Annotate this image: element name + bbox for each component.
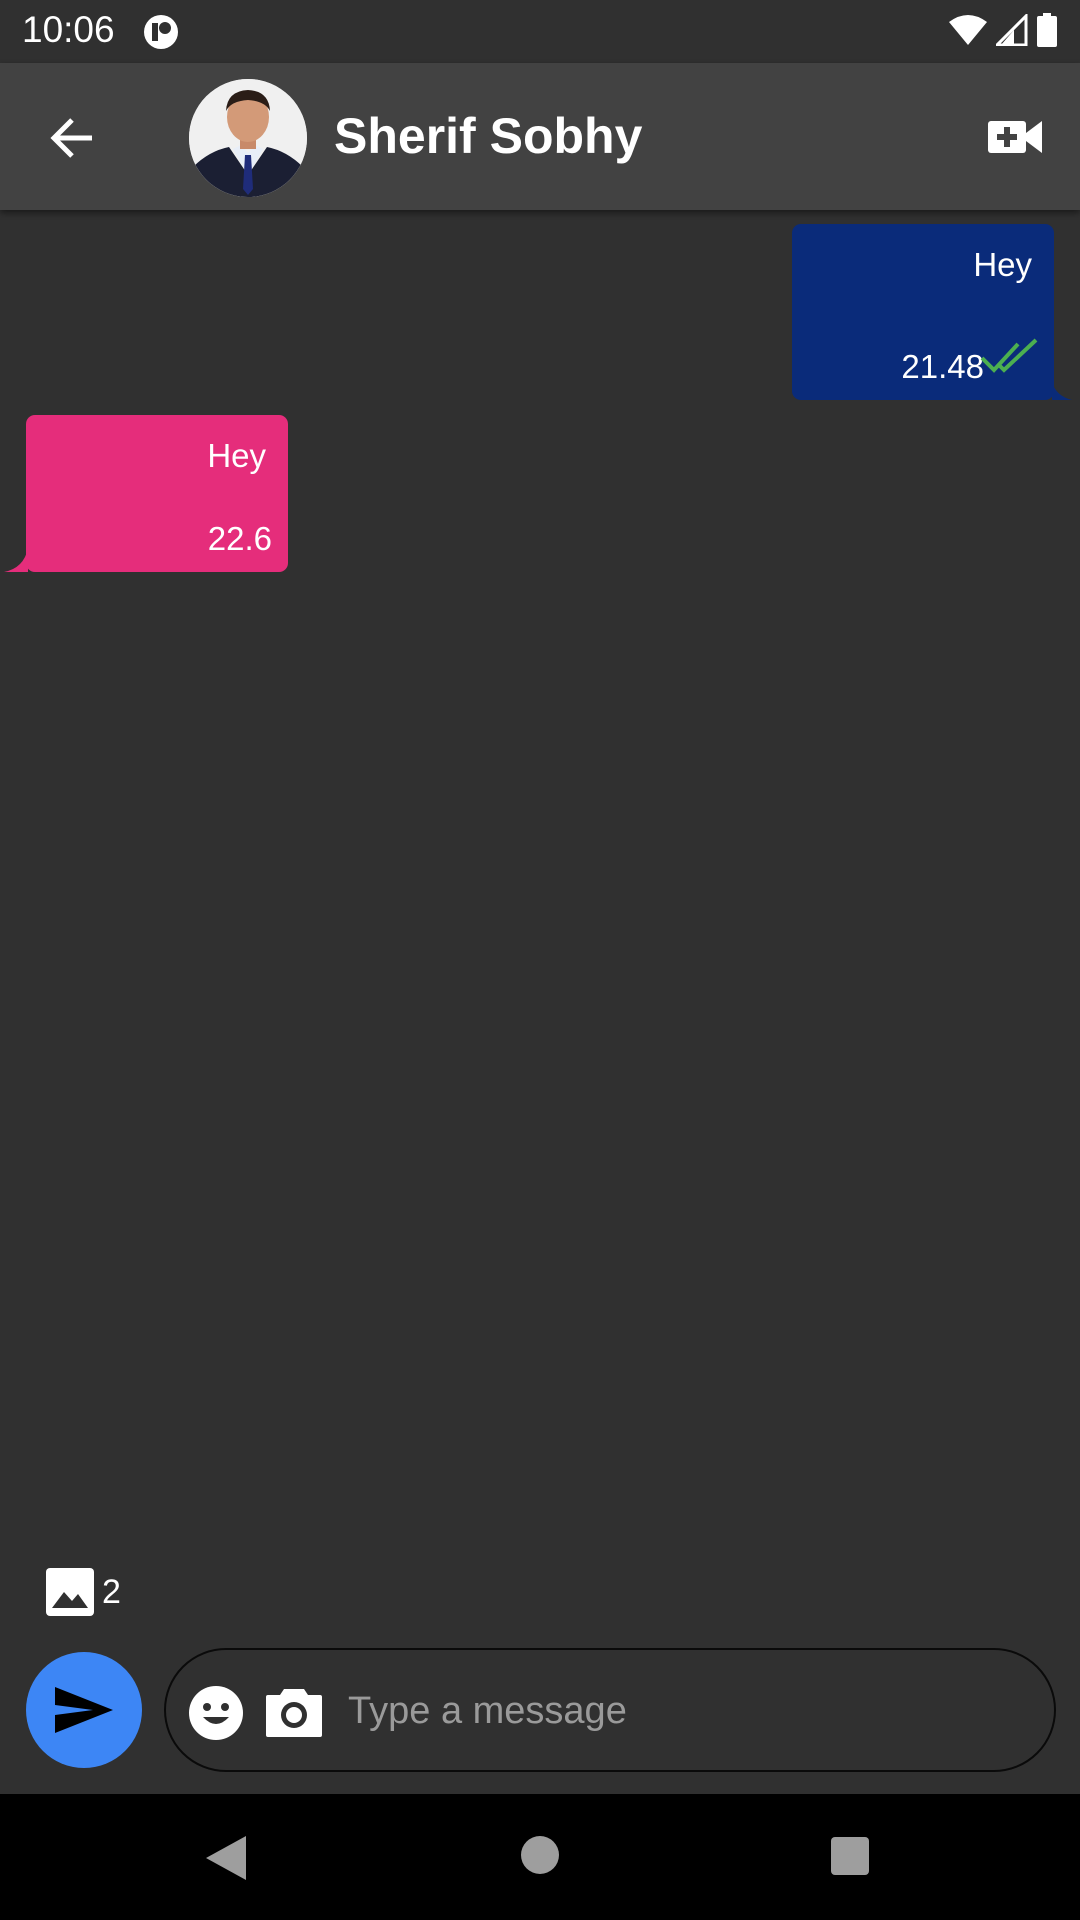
system-nav-bar [0,1794,1080,1920]
media-count: 2 [102,1572,121,1611]
incoming-message[interactable]: Hey 22.6 [4,415,288,572]
signal-icon [996,14,1028,46]
status-icons [948,13,1058,47]
status-bar: 10:06 [0,0,1080,63]
message-composer [164,1648,1056,1772]
media-indicator[interactable]: 2 [46,1568,121,1616]
nav-recents-icon[interactable] [831,1837,869,1875]
avatar[interactable] [189,79,307,197]
message-text: Hey [973,246,1032,283]
bubble-tail [1052,382,1072,400]
send-button[interactable] [26,1652,142,1768]
video-call-icon[interactable] [988,115,1042,159]
chat-header: Sherif Sobhy [0,63,1080,210]
message-time: 22.6 [207,520,272,557]
outgoing-message[interactable]: Hey 21.48 [792,224,1072,400]
arrow-back-icon[interactable] [44,110,100,166]
wifi-icon [949,15,987,45]
avatar-image [189,79,307,197]
message-time: 21.48 [901,348,984,385]
nav-back-icon[interactable] [206,1836,246,1880]
message-input[interactable] [346,1674,1010,1748]
nav-home-icon[interactable] [521,1836,559,1874]
contact-name[interactable]: Sherif Sobhy [334,107,642,165]
message-text: Hey [207,437,266,474]
emoji-icon[interactable] [188,1685,244,1741]
image-icon [46,1568,94,1616]
bubble-tail [4,548,28,572]
camera-icon[interactable] [266,1685,322,1737]
send-icon [55,1687,113,1733]
battery-icon [1037,13,1057,47]
double-check-icon [980,338,1038,373]
app-notification-icon [144,15,178,49]
status-time: 10:06 [22,9,115,50]
